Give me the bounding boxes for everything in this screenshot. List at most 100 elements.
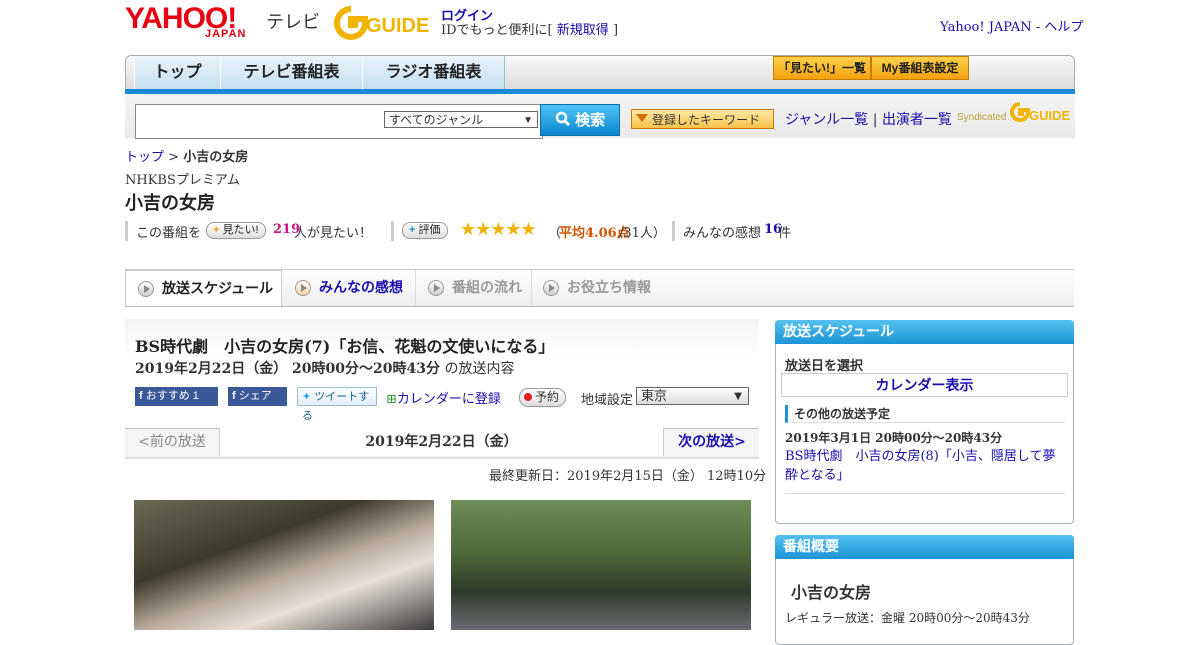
tab-label: みんなの感想 (319, 279, 403, 295)
want-list-button[interactable]: 「見たい!」一覧 (773, 56, 871, 80)
search-button-label: 検索 (575, 112, 606, 129)
calendar-add-link[interactable]: ⊞カレンダーに登録 (386, 388, 501, 407)
keyword-button[interactable]: 登録したキーワード (631, 109, 774, 129)
my-listings-button[interactable]: My番組表設定 (871, 56, 969, 80)
rating-button-label: 評価 (418, 224, 441, 236)
episode-date: 2019年2月22日（金） 20時00分～20時43分 の放送内容 (135, 358, 514, 378)
tab-label: 放送スケジュール (162, 280, 274, 296)
impressions-prefix: みんなの感想 (683, 226, 762, 241)
schedule-panel-head: 放送スケジュール (775, 320, 1074, 344)
channel-name: NHKBSプレミアム (125, 173, 240, 188)
top-links-separator: - (1035, 20, 1041, 35)
login-sub: IDでもっと便利に[ 新規取得 ] (441, 19, 618, 38)
circle-arrow-icon (428, 280, 444, 296)
facebook-icon: f (139, 390, 143, 402)
gguide-logo-text: GUIDE (366, 15, 429, 37)
episode-date-suffix: の放送内容 (444, 361, 515, 377)
stats-divider (125, 221, 128, 241)
facebook-icon: f (232, 390, 236, 402)
facebook-recommend-button[interactable]: f おすすめ 1 (135, 387, 218, 406)
help-link[interactable]: ヘルプ (1044, 20, 1083, 35)
reserve-label: 予約 (535, 390, 560, 404)
twitter-bird-icon: ✦ (302, 391, 312, 403)
top-links: Yahoo! JAPAN - ヘルプ (940, 16, 1083, 35)
calendar-plus-icon: ⊞ (386, 392, 397, 407)
overview-panel-head: 番組概要 (775, 535, 1074, 559)
want-suffix: 人が見たい！ (294, 226, 373, 241)
prev-broadcast-link[interactable]: <前の放送 (125, 428, 220, 456)
region-value: 東京 (641, 389, 668, 404)
login-sub-suffix: ] (612, 23, 619, 38)
search-links: ジャンル一覧 | 出演者一覧 (785, 109, 952, 129)
other-broadcast-link[interactable]: BS時代劇 小吉の女房(8)「小吉、隠居して夢酔となる」 (785, 447, 1067, 485)
want-prefix: この番組を (136, 226, 202, 241)
page-title: 小吉の女房 (125, 193, 215, 214)
search-button[interactable]: 検索 (540, 104, 620, 136)
syndicated-label: Syndicated (957, 112, 1007, 123)
episode-photo-1 (134, 500, 434, 630)
overview-title: 小吉の女房 (791, 583, 872, 602)
gguide-logo[interactable]: GUIDE (334, 6, 432, 40)
circle-arrow-icon (138, 281, 154, 297)
share-label: シェア (238, 390, 272, 402)
nav-tab-top[interactable]: トップ (134, 56, 221, 89)
tweet-button[interactable]: ✦ ツイートする (297, 387, 377, 422)
plus-icon: + (409, 224, 416, 236)
genre-list-link[interactable]: ジャンル一覧 (785, 112, 868, 128)
tv-logo-label[interactable]: テレビ (266, 8, 320, 34)
star-rating-icon: ★★★★★ (460, 219, 537, 240)
login-sub-prefix: IDでもっと便利に[ (441, 23, 553, 38)
rating-button[interactable]: + 評価 (402, 222, 448, 239)
record-dot-icon (524, 393, 532, 401)
divider (785, 493, 1065, 494)
circle-arrow-icon (295, 280, 311, 296)
tab-broadcast-schedule[interactable]: 放送スケジュール (125, 270, 282, 306)
tab-program-flow[interactable]: 番組の流れ (416, 270, 532, 306)
recommend-label: おすすめ 1 (145, 390, 199, 402)
impressions-suffix: 件 (778, 226, 792, 241)
other-broadcast-date: 2019年3月1日 20時00分～20時43分 (785, 431, 1003, 445)
episode-title: BS時代劇 小吉の女房(7)「お信、花魁の文使いになる」 (135, 337, 555, 356)
genre-select-value: すべてのジャンル (389, 113, 484, 127)
gguide-small-logo-text: GUIDE (1029, 108, 1070, 123)
select-date-label: 放送日を選択 (785, 359, 864, 374)
rating-count: /31人） (619, 226, 666, 241)
calendar-view-button[interactable]: カレンダー表示 (781, 373, 1068, 397)
keyword-button-label: 登録したキーワード (652, 113, 761, 127)
last-updated: 最終更新日：2019年2月15日（金） 12時10分 (489, 469, 767, 484)
yahoo-japan-link[interactable]: Yahoo! JAPAN (940, 20, 1032, 35)
regular-broadcast: レギュラー放送：金曜 20時00分～20時43分 (785, 611, 1030, 625)
tab-impressions[interactable]: みんなの感想 (283, 270, 416, 306)
breadcrumb-top-link[interactable]: トップ (125, 150, 164, 165)
search-links-divider: | (872, 112, 878, 128)
tab-label: お役立ち情報 (567, 279, 651, 295)
performer-list-link[interactable]: 出演者一覧 (882, 112, 952, 128)
circle-arrow-icon (543, 280, 559, 296)
reserve-button[interactable]: 予約 (519, 388, 567, 407)
register-link[interactable]: 新規取得 (557, 23, 609, 38)
genre-select[interactable]: すべてのジャンル ▼ (384, 111, 538, 128)
caret-down-icon: ▼ (523, 115, 533, 126)
current-broadcast-date: 2019年2月22日（金） (220, 428, 663, 456)
yahoo-japan-logo: JAPAN (205, 28, 247, 40)
triangle-down-icon (636, 114, 648, 122)
want-button[interactable]: + 見たい! (206, 222, 266, 239)
search-icon (555, 111, 570, 127)
breadcrumb-current: 小吉の女房 (183, 150, 249, 165)
gguide-small-logo: GUIDE (1010, 102, 1070, 123)
facebook-share-button[interactable]: f シェア (228, 387, 287, 406)
region-label: 地域設定 (581, 393, 634, 408)
stats-divider (672, 221, 675, 241)
tweet-label: ツイートする (302, 391, 370, 422)
nav-tab-tv-listings[interactable]: テレビ番組表 (220, 56, 363, 89)
tab-useful-info[interactable]: お役立ち情報 (531, 270, 671, 306)
episode-photo-2 (451, 500, 751, 630)
calendar-add-label: カレンダーに登録 (396, 392, 501, 407)
caret-down-icon: ▼ (734, 391, 742, 402)
nav-tab-radio-listings[interactable]: ラジオ番組表 (362, 56, 505, 89)
breadcrumb: トップ > 小吉の女房 (125, 146, 248, 165)
breadcrumb-sep: > (168, 150, 180, 165)
plus-icon: + (213, 224, 220, 236)
next-broadcast-link[interactable]: 次の放送> (663, 428, 760, 456)
region-select[interactable]: 東京 ▼ (636, 387, 749, 405)
